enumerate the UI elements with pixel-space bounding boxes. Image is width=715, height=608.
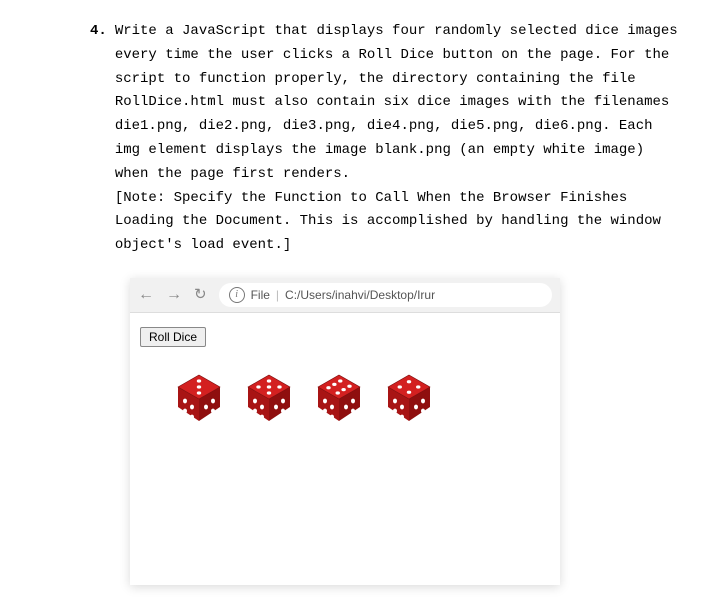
forward-icon[interactable]: → xyxy=(166,287,182,303)
address-bar[interactable]: i File | C:/Users/inahvi/Desktop/Irur xyxy=(219,283,552,307)
url-prefix: File xyxy=(251,285,270,305)
dice-row xyxy=(170,369,550,427)
die-4 xyxy=(380,369,438,427)
question-text: Write a JavaScript that displays four ra… xyxy=(115,20,685,258)
question-block: 4. Write a JavaScript that displays four… xyxy=(90,20,685,258)
browser-toolbar: ← → ↻ i File | C:/Users/inahvi/Desktop/I… xyxy=(130,278,560,313)
info-icon: i xyxy=(229,287,245,303)
die-1 xyxy=(170,369,228,427)
roll-dice-button[interactable]: Roll Dice xyxy=(140,327,206,347)
url-separator: | xyxy=(276,285,279,305)
question-number: 4. xyxy=(90,20,107,258)
die-3 xyxy=(310,369,368,427)
page-content: Roll Dice xyxy=(130,313,560,585)
back-icon[interactable]: ← xyxy=(138,287,154,303)
browser-window: ← → ↻ i File | C:/Users/inahvi/Desktop/I… xyxy=(130,278,560,585)
question-body: Write a JavaScript that displays four ra… xyxy=(115,23,678,182)
reload-icon[interactable]: ↻ xyxy=(194,287,207,302)
die-2 xyxy=(240,369,298,427)
question-note: [Note: Specify the Function to Call When… xyxy=(115,190,661,254)
url-path: C:/Users/inahvi/Desktop/Irur xyxy=(285,285,435,305)
